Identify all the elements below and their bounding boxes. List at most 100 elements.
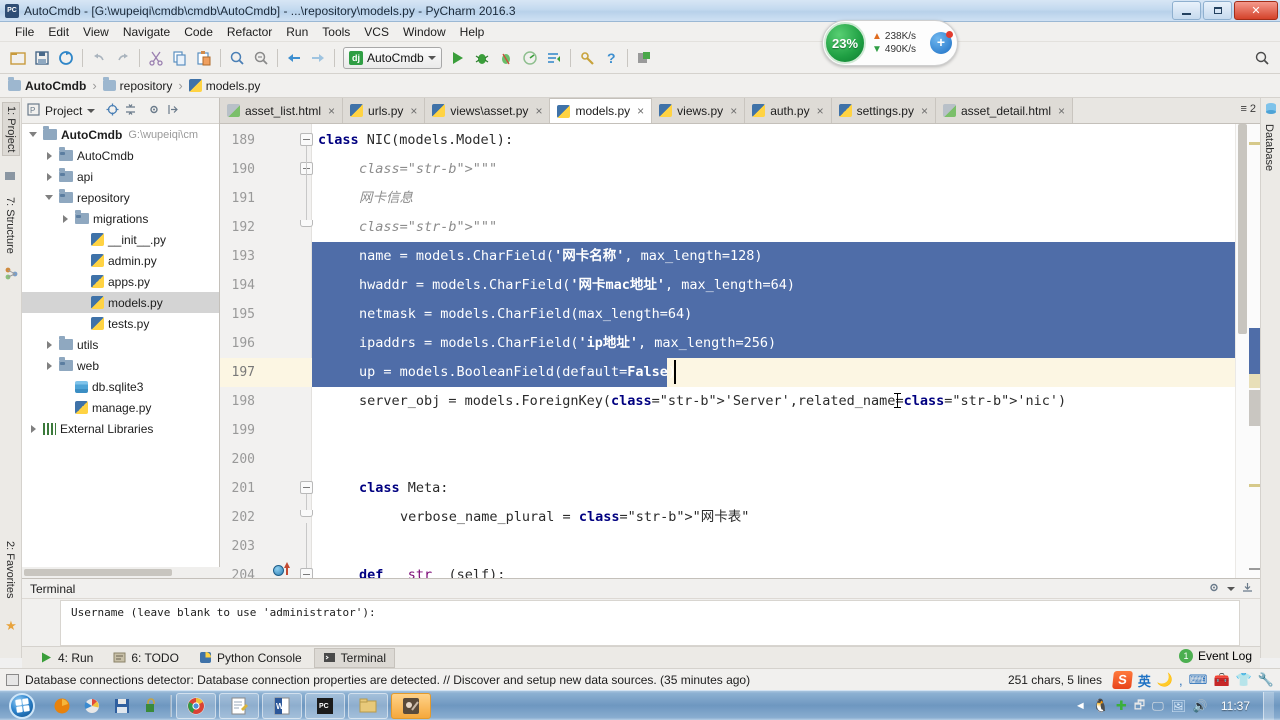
marker-caret[interactable] — [1249, 374, 1260, 388]
code-line[interactable]: class="str-b">""" — [312, 155, 497, 184]
search-everywhere-icon[interactable] — [1250, 46, 1274, 70]
bottom-tab-todo[interactable]: 6: TODO — [105, 649, 187, 667]
back-icon[interactable] — [282, 46, 306, 70]
editor-tab[interactable]: asset_list.html × — [220, 98, 344, 123]
chevron-right-icon[interactable] — [44, 360, 55, 371]
chevron-right-icon[interactable] — [44, 150, 55, 161]
chevron-down-icon[interactable] — [1227, 587, 1235, 591]
bottom-tab-python-console[interactable]: Python Console — [191, 649, 310, 667]
find-icon[interactable] — [225, 46, 249, 70]
project-view-icon[interactable]: P — [27, 102, 40, 119]
taskbar-clock[interactable]: 11:37 — [1221, 699, 1250, 713]
settings-icon[interactable] — [575, 46, 599, 70]
sidebar-tab-favorites[interactable]: 2: Favorites — [2, 538, 18, 601]
monitor-icon[interactable]: 🖵 — [1152, 699, 1164, 714]
chevron-right-icon[interactable] — [28, 423, 39, 434]
editor-gutter[interactable]: 189 190 191 192 193 194 195 196 197 198 199 200 201 2… — [220, 124, 313, 578]
settings-gear-icon[interactable] — [148, 103, 161, 119]
profile-icon[interactable] — [518, 46, 542, 70]
tab-overflow-button[interactable]: ≡ 2 — [1240, 103, 1256, 115]
breadcrumb-item-autocmdb[interactable]: AutoCmdb — [8, 77, 86, 93]
tree-item[interactable]: __init__.py — [22, 229, 219, 250]
run-icon[interactable] — [446, 46, 470, 70]
volume-icon[interactable]: 🔊 — [1193, 699, 1208, 713]
chevron-down-icon[interactable] — [44, 192, 55, 203]
bottom-tab-terminal[interactable]: Terminal — [313, 647, 396, 668]
code-line[interactable]: class Meta: — [312, 474, 448, 503]
editor-tab[interactable]: auth.py × — [745, 98, 832, 123]
run-configuration-selector[interactable]: dj AutoCmdb — [343, 46, 442, 69]
open-folder-icon[interactable] — [6, 46, 30, 70]
menu-navigate[interactable]: Navigate — [116, 23, 177, 41]
paint-icon[interactable] — [78, 693, 106, 719]
project-hscrollbar[interactable] — [22, 567, 220, 578]
tree-item[interactable]: External Libraries — [22, 418, 219, 439]
code-line[interactable]: 网卡信息 — [312, 184, 413, 213]
menu-window[interactable]: Window — [396, 23, 453, 41]
taskbar-word-button[interactable]: W — [262, 692, 302, 719]
tree-item[interactable]: tests.py — [22, 313, 219, 334]
code-editor[interactable]: 189 190 191 192 193 194 195 196 197 198 199 200 201 2… — [220, 124, 1260, 578]
tree-item[interactable]: AutoCmdb — [22, 145, 219, 166]
moon-icon[interactable]: 🌙 — [1157, 672, 1173, 688]
menu-run[interactable]: Run — [279, 23, 315, 41]
editor-marker-strip[interactable] — [1248, 124, 1260, 578]
bottom-tab-run[interactable]: 4: Run — [32, 649, 101, 667]
close-icon[interactable]: × — [535, 104, 542, 118]
close-icon[interactable]: × — [328, 104, 335, 118]
copy-icon[interactable] — [168, 46, 192, 70]
tree-item[interactable]: repository — [22, 187, 219, 208]
code-line[interactable]: hwaddr = models.CharField('网卡mac地址', max… — [312, 271, 795, 300]
editor-tab[interactable]: views\asset.py × — [425, 98, 551, 123]
firefox-icon[interactable] — [48, 693, 76, 719]
project-hscroll-thumb[interactable] — [24, 569, 172, 576]
marker-warning[interactable] — [1249, 142, 1260, 145]
close-icon[interactable]: × — [730, 104, 737, 118]
scroll-from-source-icon[interactable] — [106, 103, 119, 119]
close-icon[interactable]: × — [410, 104, 417, 118]
close-icon[interactable]: × — [637, 104, 644, 118]
skin-icon[interactable]: 👕 — [1236, 672, 1252, 688]
database-sync-icon[interactable] — [632, 46, 656, 70]
start-button[interactable] — [2, 691, 42, 720]
chevron-right-icon[interactable] — [60, 213, 71, 224]
code-line[interactable]: verbose_name_plural = class="str-b">"网卡表… — [312, 503, 749, 532]
code-line[interactable]: netmask = models.CharField(max_length=64… — [312, 300, 692, 329]
hide-panel-icon[interactable] — [1241, 581, 1254, 597]
menu-help[interactable]: Help — [453, 23, 492, 41]
breadcrumb-item-modelspy[interactable]: models.py — [188, 79, 260, 93]
qq-penguin-icon[interactable]: 🐧 — [1093, 698, 1109, 714]
widget-add-button[interactable]: + — [930, 31, 953, 54]
terminal-output[interactable]: Username (leave blank to use 'administra… — [60, 600, 1240, 646]
code-line[interactable]: class NIC(models.Model): — [312, 126, 513, 155]
ime-chinese-icon[interactable]: 英 — [1138, 671, 1151, 690]
code-line[interactable]: def __str__(self): — [312, 561, 505, 578]
wrench-icon[interactable]: 🔧 — [1258, 672, 1274, 688]
paste-icon[interactable] — [192, 46, 216, 70]
marker-changes[interactable] — [1249, 390, 1260, 426]
marker-selection[interactable] — [1249, 328, 1260, 374]
editor-tab[interactable]: urls.py × — [343, 98, 426, 123]
plus-green-icon[interactable]: ✚ — [1116, 698, 1127, 714]
menu-vcs[interactable]: VCS — [357, 23, 396, 41]
project-tree[interactable]: AutoCmdb G:\wupeiqi\cm AutoCmdb api reposito… — [22, 124, 219, 566]
code-line[interactable]: class="str-b">""" — [312, 213, 497, 242]
tree-item[interactable]: migrations — [22, 208, 219, 229]
sidebar-tab-database[interactable]: Database — [1263, 124, 1275, 171]
punctuation-icon[interactable]: , — [1179, 673, 1183, 688]
save-icon[interactable] — [108, 693, 136, 719]
attach-icon[interactable] — [542, 46, 566, 70]
network-icon[interactable]: 🗗 — [1134, 696, 1145, 717]
tree-item[interactable]: models.py — [22, 292, 219, 313]
taskbar-explorer-button[interactable] — [348, 692, 388, 719]
menu-edit[interactable]: Edit — [41, 23, 76, 41]
menu-refactor[interactable]: Refactor — [220, 23, 279, 41]
menu-tools[interactable]: Tools — [315, 23, 357, 41]
chevron-down-icon[interactable] — [28, 129, 39, 140]
sidebar-tab-structure[interactable]: 7: Structure — [2, 194, 18, 257]
tree-item[interactable]: admin.py — [22, 250, 219, 271]
maximize-button[interactable] — [1203, 1, 1232, 20]
code-line[interactable]: name = models.CharField('网卡名称', max_leng… — [312, 242, 763, 271]
event-log-button[interactable]: 1 Event Log — [1178, 649, 1252, 663]
tree-item[interactable]: api — [22, 166, 219, 187]
